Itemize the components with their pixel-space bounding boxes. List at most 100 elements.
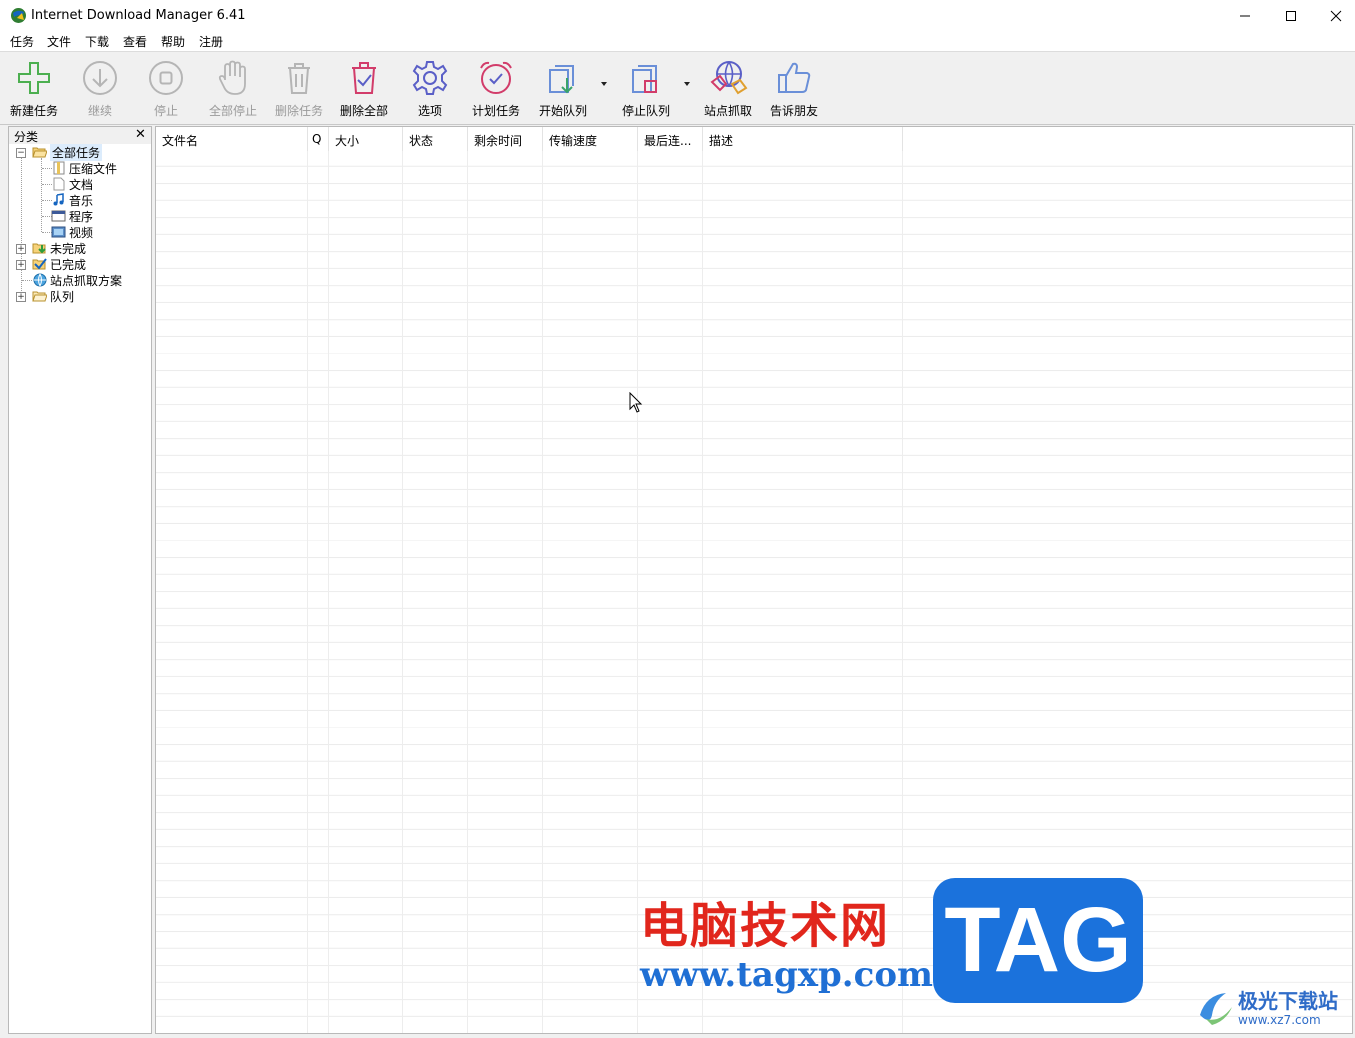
- column-divider: [328, 151, 329, 1033]
- zip-file-icon: [53, 161, 65, 175]
- tell-friend-button[interactable]: 告诉朋友: [768, 58, 820, 120]
- column-header-queue[interactable]: Q: [308, 127, 329, 151]
- trash-icon: [288, 63, 310, 94]
- stop-queue-icon: [632, 65, 657, 93]
- menu-view[interactable]: 查看: [123, 33, 147, 50]
- delete-task-label: 删除任务: [274, 104, 323, 118]
- close-button[interactable]: [1313, 0, 1355, 31]
- start-queue-button[interactable]: 开始队列: [537, 58, 589, 120]
- scheduler-button[interactable]: 计划任务: [470, 58, 522, 120]
- tell-friend-label: 告诉朋友: [769, 104, 818, 118]
- column-label: 状态: [409, 134, 434, 148]
- tree-collapse-toggle[interactable]: −: [16, 148, 26, 158]
- new-task-button[interactable]: 新建任务: [9, 58, 59, 120]
- menu-register[interactable]: 注册: [199, 33, 223, 50]
- options-label: 选项: [417, 104, 442, 118]
- menu-help[interactable]: 帮助: [161, 33, 185, 50]
- tree-label-programs: 程序: [69, 210, 94, 224]
- category-title: 分类: [14, 130, 39, 144]
- watermark-url: www.tagxp.com: [640, 955, 933, 995]
- tree-label-grabber-projects: 站点抓取方案: [50, 274, 123, 288]
- program-window-icon: [51, 210, 66, 222]
- new-task-label: 新建任务: [9, 104, 58, 118]
- column-divider: [467, 151, 468, 1033]
- delete-all-button[interactable]: 删除全部: [338, 58, 390, 120]
- options-button[interactable]: 选项: [410, 58, 450, 120]
- tree-expand-toggle[interactable]: +: [16, 292, 26, 302]
- stop-queue-dropdown-icon[interactable]: [682, 80, 692, 88]
- watermark-site-url: www.xz7.com: [1238, 1013, 1321, 1027]
- column-header-transfer-rate[interactable]: 传输速度: [543, 127, 638, 151]
- minimize-icon: [1240, 15, 1250, 16]
- start-queue-dropdown-icon[interactable]: [599, 80, 609, 88]
- category-panel: 分类 ✕ − 全部任务 压缩文件 文档 音乐 程序 视频 + 未完成 + 已完成: [8, 126, 152, 1034]
- column-header-description[interactable]: 描述: [703, 127, 903, 151]
- column-header-last-try[interactable]: 最后连...: [638, 127, 703, 151]
- tree-label-unfinished: 未完成: [50, 242, 87, 256]
- toolbar: 新建任务 继续 停止 全部停止 删除任务 删除全部 选项 计划任务 开始队列 停…: [0, 52, 1355, 125]
- resume-label: 继续: [87, 104, 112, 118]
- stop-icon: [149, 61, 183, 95]
- resume-button[interactable]: 继续: [80, 58, 120, 120]
- globe-grabber-icon: [710, 61, 748, 95]
- stop-all-label: 全部停止: [208, 104, 257, 118]
- tree-item-grabber-projects[interactable]: 站点抓取方案: [32, 272, 150, 288]
- tree-expand-toggle[interactable]: +: [16, 260, 26, 270]
- tree-item-video[interactable]: 视频: [51, 224, 141, 240]
- swirl-logo-icon: [1200, 993, 1232, 1025]
- window-title: Internet Download Manager 6.41: [31, 8, 246, 23]
- menu-download[interactable]: 下载: [85, 33, 109, 50]
- stop-label: 停止: [153, 104, 178, 118]
- tree-label-all-tasks: 全部任务: [50, 144, 103, 161]
- tree-label-documents: 文档: [69, 178, 94, 192]
- tree-item-queues[interactable]: 队列: [32, 288, 122, 304]
- site-grabber-button[interactable]: 站点抓取: [702, 58, 754, 120]
- watermark-title: 电脑技术网: [640, 898, 891, 954]
- menu-task[interactable]: 任务: [10, 33, 34, 50]
- column-label: 剩余时间: [474, 134, 523, 148]
- title-bar: Internet Download Manager 6.41: [0, 0, 1355, 31]
- tree-label-video: 视频: [69, 226, 94, 240]
- column-header-filename[interactable]: 文件名: [156, 127, 308, 151]
- column-divider: [402, 151, 403, 1033]
- mouse-cursor-icon: [629, 392, 643, 413]
- column-label: Q: [312, 132, 322, 146]
- tree-expand-toggle[interactable]: +: [16, 244, 26, 254]
- stop-queue-button[interactable]: 停止队列: [620, 58, 672, 120]
- stop-button[interactable]: 停止: [146, 58, 186, 120]
- menu-file[interactable]: 文件: [47, 33, 71, 50]
- site-grabber-label: 站点抓取: [703, 104, 752, 118]
- delete-all-icon: [352, 62, 376, 94]
- tree-item-documents[interactable]: 文档: [51, 176, 141, 192]
- minimize-button[interactable]: [1222, 0, 1268, 31]
- category-header: 分类 ✕: [9, 127, 151, 144]
- tree-label-queues: 队列: [50, 290, 75, 304]
- tree-item-finished[interactable]: 已完成: [32, 256, 122, 272]
- download-arrow-icon: [83, 61, 117, 95]
- column-header-time-left[interactable]: 剩余时间: [468, 127, 543, 151]
- tree-item-music[interactable]: 音乐: [51, 192, 141, 208]
- column-label: 传输速度: [549, 134, 598, 148]
- tree-line: [21, 158, 22, 297]
- stop-all-button[interactable]: 全部停止: [207, 58, 259, 120]
- start-queue-label: 开始队列: [538, 104, 587, 118]
- tree-item-all-tasks[interactable]: 全部任务: [32, 144, 122, 161]
- thumbs-up-icon: [778, 62, 811, 93]
- column-divider: [542, 151, 543, 1033]
- maximize-button[interactable]: [1268, 0, 1314, 31]
- delete-task-button[interactable]: 删除任务: [273, 58, 325, 120]
- tree-label-finished: 已完成: [50, 258, 87, 272]
- tree-item-compressed[interactable]: 压缩文件: [51, 160, 141, 176]
- grabber-project-icon: [33, 273, 47, 287]
- category-close-icon[interactable]: ✕: [135, 127, 146, 142]
- column-header-size[interactable]: 大小: [329, 127, 403, 151]
- tree-item-unfinished[interactable]: 未完成: [32, 240, 122, 256]
- tree-line: [22, 280, 32, 281]
- stop-queue-label: 停止队列: [621, 104, 670, 118]
- maximize-icon: [1286, 10, 1296, 21]
- column-header-status[interactable]: 状态: [403, 127, 468, 151]
- tree-item-programs[interactable]: 程序: [51, 208, 141, 224]
- column-label: 文件名: [162, 134, 199, 148]
- column-label: 大小: [335, 134, 360, 148]
- open-folder-icon: [32, 147, 47, 158]
